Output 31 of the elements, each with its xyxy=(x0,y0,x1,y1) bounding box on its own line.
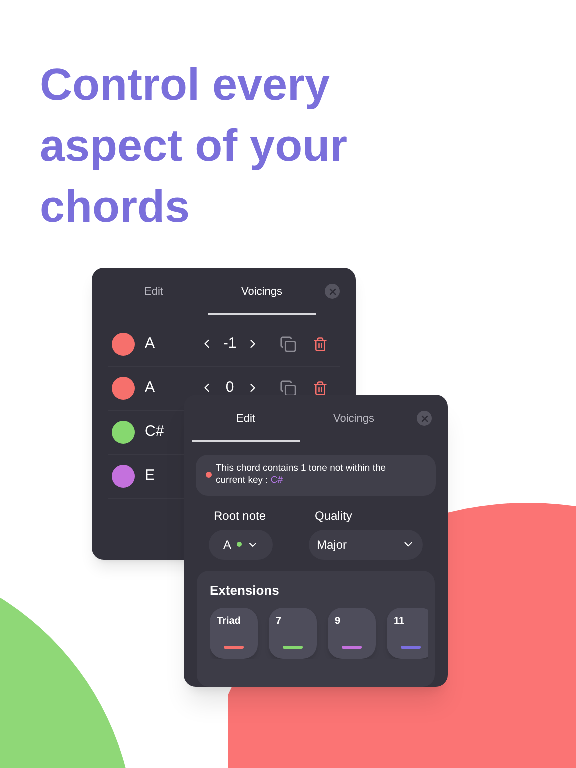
trash-icon xyxy=(313,336,328,352)
extension-tile[interactable]: 7 xyxy=(269,608,317,659)
close-icon xyxy=(328,286,338,296)
tab[interactable]: Voicings xyxy=(300,411,408,442)
trash-icon xyxy=(313,380,328,396)
voicing-offset: -1 xyxy=(222,334,238,354)
delete-button[interactable] xyxy=(313,336,328,352)
note-name: A xyxy=(145,378,156,398)
headline: Control every aspect of your chords xyxy=(40,58,349,234)
delete-button[interactable] xyxy=(313,380,328,396)
note-name: C# xyxy=(145,422,166,442)
extension-tile[interactable]: 9 xyxy=(328,608,376,659)
voicing-offset: 0 xyxy=(224,378,236,398)
extension-tile[interactable]: Triad xyxy=(210,608,258,659)
root-note-label: Root note xyxy=(214,508,268,524)
extension-tile[interactable]: 11 xyxy=(387,608,428,659)
copy-icon xyxy=(280,380,297,396)
quality-label: Quality xyxy=(315,508,354,524)
copy-button[interactable] xyxy=(280,380,297,396)
tab[interactable]: Edit xyxy=(100,284,208,314)
tab[interactable]: Voicings xyxy=(208,284,316,314)
close-icon xyxy=(420,414,430,424)
copy-button[interactable] xyxy=(280,336,297,352)
quality-dropdown[interactable]: Major xyxy=(309,530,423,560)
tab[interactable]: Edit xyxy=(192,411,300,442)
warning-message: This chord contains 1 tone not within the current key : C# xyxy=(216,463,388,487)
extensions-title: Extensions xyxy=(210,582,280,600)
note-name: E xyxy=(145,466,156,486)
note-name: A xyxy=(145,334,156,354)
copy-icon xyxy=(280,336,297,352)
root-note-dropdown[interactable]: A xyxy=(209,530,273,560)
